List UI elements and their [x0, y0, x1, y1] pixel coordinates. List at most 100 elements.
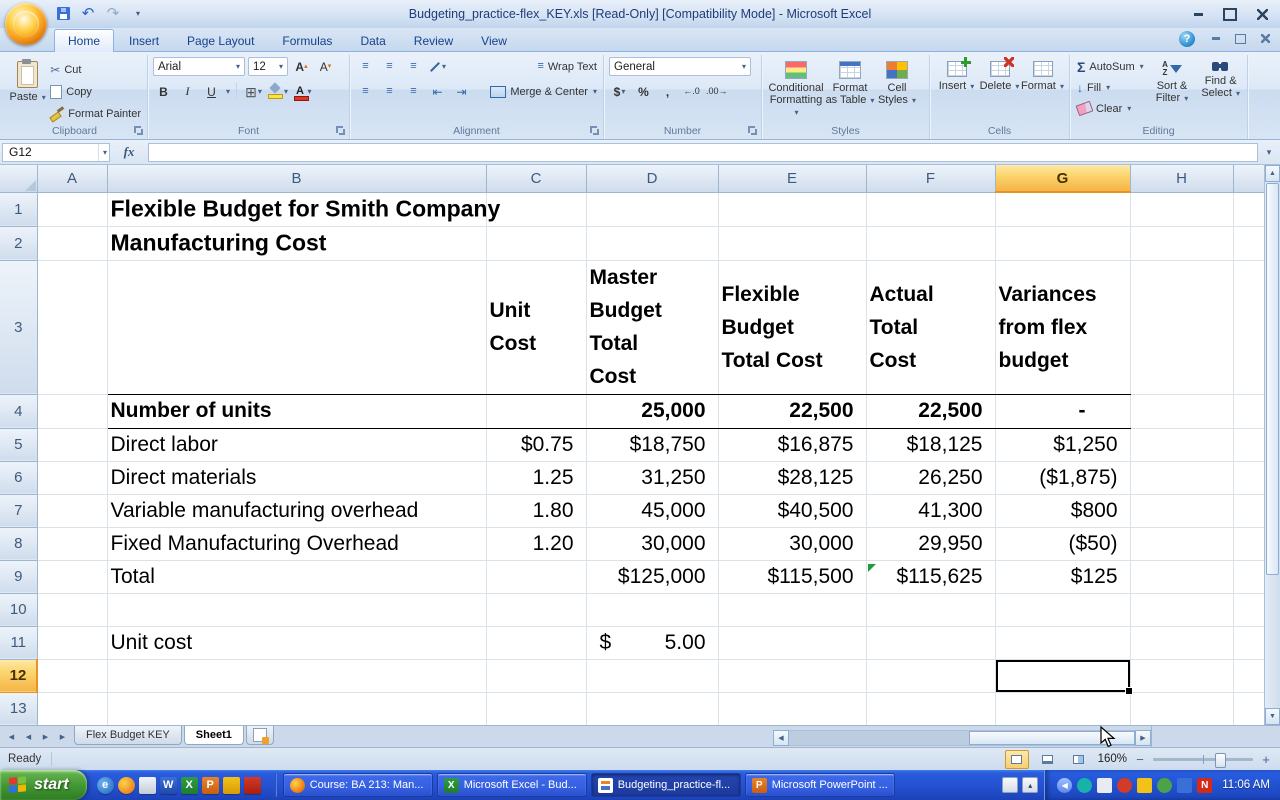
font-dialog-launcher[interactable] — [335, 125, 346, 136]
row-header-8[interactable]: 8 — [0, 527, 37, 560]
sheet-tab-sheet1[interactable]: Sheet1 — [184, 726, 244, 745]
cell[interactable] — [37, 659, 107, 692]
cell-d5[interactable]: $18,750 — [586, 428, 718, 461]
tray-antivirus-icon[interactable]: N — [1197, 778, 1212, 793]
quick-launch-word-icon[interactable]: W — [160, 777, 177, 794]
qat-customize-button[interactable]: ▾ — [127, 4, 149, 23]
tray-volume-icon[interactable] — [1097, 778, 1112, 793]
taskbar-button-budgeting[interactable]: Budgeting_practice-fl... — [591, 773, 741, 797]
cell[interactable] — [37, 394, 107, 428]
name-box[interactable]: G12 ▾ — [2, 143, 110, 162]
cell[interactable] — [486, 626, 586, 659]
row-header-11[interactable]: 11 — [0, 626, 37, 659]
vertical-scroll-thumb[interactable] — [1266, 183, 1279, 575]
cell-c3[interactable]: Unit Cost — [486, 260, 586, 394]
cell-e4[interactable]: 22,500 — [718, 394, 866, 428]
cell[interactable] — [486, 659, 586, 692]
cell[interactable] — [586, 226, 718, 260]
col-header-e[interactable]: E — [718, 165, 866, 192]
tab-review[interactable]: Review — [401, 31, 466, 51]
cell-f6[interactable]: 26,250 — [866, 461, 995, 494]
cell[interactable] — [1130, 428, 1233, 461]
cell[interactable] — [486, 692, 586, 725]
row-header-6[interactable]: 6 — [0, 461, 37, 494]
cell[interactable] — [486, 226, 586, 260]
clipboard-dialog-launcher[interactable] — [133, 125, 144, 136]
cell[interactable] — [995, 593, 1130, 626]
cell[interactable] — [486, 192, 586, 226]
workbook-minimize-button[interactable] — [1207, 32, 1224, 45]
page-layout-view-button[interactable] — [1036, 750, 1060, 769]
undo-button[interactable]: ↶ — [77, 4, 99, 23]
delete-cells-button[interactable]: Delete ▾ — [978, 57, 1021, 92]
increase-decimal-button[interactable]: ←.0 — [681, 82, 702, 101]
quick-launch-firefox-icon[interactable] — [118, 777, 135, 794]
cell-g3[interactable]: Variances from flex budget — [995, 260, 1130, 394]
cell-f4[interactable]: 22,500 — [866, 394, 995, 428]
cell[interactable] — [1233, 494, 1264, 527]
cell-c8[interactable]: 1.20 — [486, 527, 586, 560]
cell[interactable] — [718, 226, 866, 260]
font-color-button[interactable]: A▾ — [292, 82, 313, 101]
tray-network-icon[interactable] — [1157, 778, 1172, 793]
fill-button[interactable]: ↓Fill▾ — [1075, 78, 1146, 97]
cell[interactable] — [995, 226, 1130, 260]
cell-d4[interactable]: 25,000 — [586, 394, 718, 428]
selected-cell-g12[interactable] — [995, 659, 1130, 692]
zoom-slider-thumb[interactable] — [1215, 753, 1226, 768]
cell-g6[interactable]: ($1,875) — [995, 461, 1130, 494]
collapse-toolbar-icon[interactable]: ▴ — [1022, 777, 1038, 793]
cell-styles-button[interactable]: CellStyles ▾ — [875, 57, 919, 118]
tab-view[interactable]: View — [468, 31, 520, 51]
cell[interactable] — [486, 593, 586, 626]
quick-launch-excel-icon[interactable]: X — [181, 777, 198, 794]
cell[interactable] — [1233, 527, 1264, 560]
align-center-button[interactable]: ≡ — [379, 82, 400, 101]
office-button[interactable] — [5, 3, 47, 45]
cell-g8[interactable]: ($50) — [995, 527, 1130, 560]
number-format-select[interactable]: General▾ — [609, 57, 751, 76]
align-middle-button[interactable]: ≡ — [379, 57, 400, 76]
cell[interactable] — [1130, 659, 1233, 692]
cell[interactable] — [866, 626, 995, 659]
cell[interactable] — [37, 527, 107, 560]
col-header-b[interactable]: B — [107, 165, 486, 192]
decrease-decimal-button[interactable]: .00→ — [705, 82, 729, 101]
maximize-button[interactable] — [1220, 7, 1240, 21]
taskbar-button-powerpoint[interactable]: P Microsoft PowerPoint ... — [745, 773, 895, 797]
cell-f9[interactable]: $115,625 — [866, 560, 995, 593]
col-header-h[interactable]: H — [1130, 165, 1233, 192]
insert-cells-button[interactable]: Insert ▾ — [935, 57, 978, 92]
tab-formulas[interactable]: Formulas — [269, 31, 345, 51]
cell[interactable] — [586, 692, 718, 725]
italic-button[interactable]: I — [177, 82, 198, 101]
help-button[interactable]: ? — [1179, 31, 1195, 47]
align-right-button[interactable]: ≡ — [403, 82, 424, 101]
conditional-formatting-button[interactable]: ConditionalFormatting ▾ — [767, 57, 825, 118]
decrease-indent-button[interactable]: ⇤ — [427, 82, 448, 101]
cell-e8[interactable]: 30,000 — [718, 527, 866, 560]
align-bottom-button[interactable]: ≡ — [403, 57, 424, 76]
format-cells-button[interactable]: Format ▾ — [1021, 57, 1064, 92]
cell[interactable] — [718, 626, 866, 659]
cell[interactable] — [37, 260, 107, 394]
sort-filter-button[interactable]: AZ Sort &Filter ▾ — [1150, 57, 1195, 118]
format-painter-button[interactable]: Format Painter — [48, 104, 143, 123]
cell[interactable] — [37, 692, 107, 725]
cell-b7[interactable]: Variable manufacturing overhead — [107, 494, 486, 527]
cell-c7[interactable]: 1.80 — [486, 494, 586, 527]
row-header-9[interactable]: 9 — [0, 560, 37, 593]
shrink-font-button[interactable]: A▾ — [315, 57, 336, 76]
cell[interactable] — [1233, 560, 1264, 593]
quick-launch-media-icon[interactable] — [244, 777, 261, 794]
last-sheet-button[interactable]: ▶ — [55, 729, 70, 744]
tab-data[interactable]: Data — [347, 31, 398, 51]
number-dialog-launcher[interactable] — [747, 125, 758, 136]
cell[interactable] — [1130, 626, 1233, 659]
accounting-format-button[interactable]: $▾ — [609, 82, 630, 101]
cell[interactable] — [866, 659, 995, 692]
next-sheet-button[interactable]: ▶ — [38, 729, 53, 744]
row-header-13[interactable]: 13 — [0, 692, 37, 725]
cell[interactable] — [1130, 527, 1233, 560]
cell-b1[interactable]: Flexible Budget for Smith Company — [107, 192, 486, 226]
